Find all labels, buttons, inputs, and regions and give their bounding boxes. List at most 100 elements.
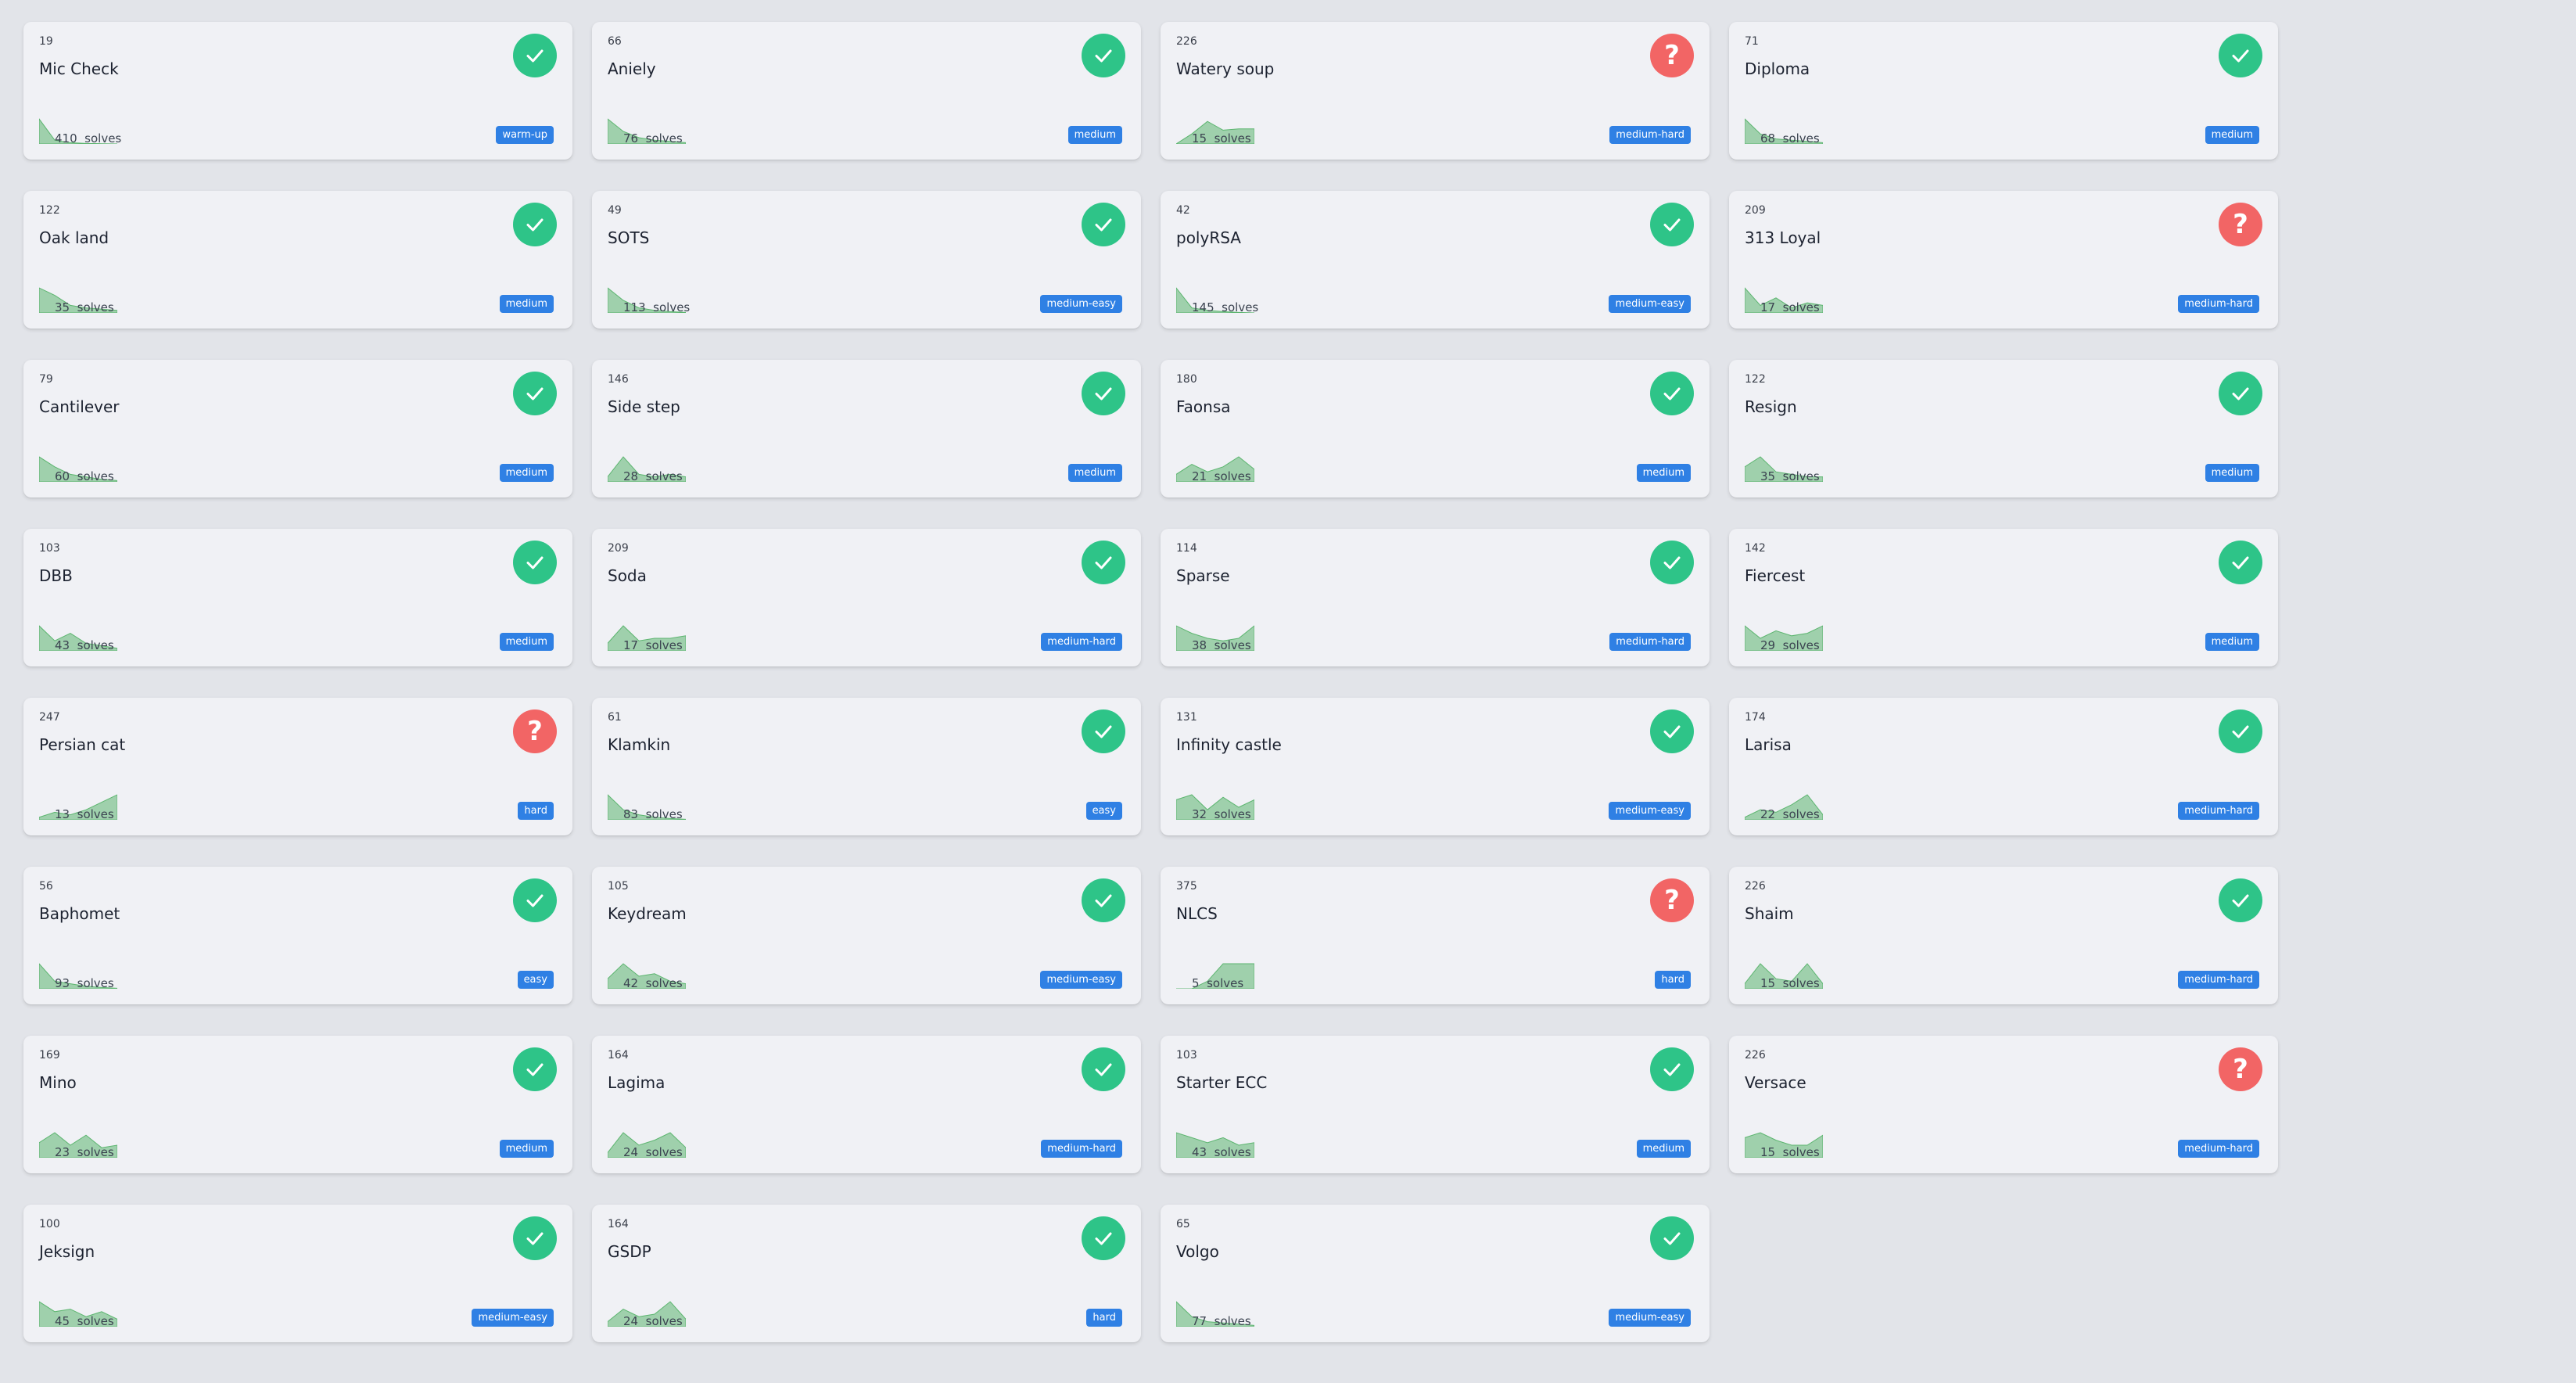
- challenge-card[interactable]: 103 DBB 43 solves medium: [23, 529, 572, 666]
- challenge-card[interactable]: 100 Jeksign 45 solves medium-easy: [23, 1205, 572, 1342]
- challenge-points: 56: [39, 880, 53, 893]
- challenge-name: Lagima: [608, 1073, 666, 1092]
- challenge-card[interactable]: 209 Soda 17 solves medium-hard: [592, 529, 1141, 666]
- check-icon: [1663, 218, 1681, 232]
- check-icon: [1663, 1063, 1681, 1076]
- solve-count: 35 solves: [1760, 469, 1820, 483]
- solve-count: 28 solves: [623, 469, 683, 483]
- challenge-card[interactable]: 79 Cantilever 60 solves medium: [23, 360, 572, 498]
- challenge-points: 226: [1176, 35, 1197, 48]
- difficulty-badge: medium: [499, 295, 554, 313]
- challenge-card[interactable]: 114 Sparse 38 solves medium-hard: [1161, 529, 1710, 666]
- challenge-card[interactable]: 146 Side step 28 solves medium: [592, 360, 1141, 498]
- solve-status: [1650, 541, 1694, 584]
- question-icon: ?: [2233, 1054, 2248, 1085]
- question-icon: ?: [1664, 885, 1680, 916]
- solve-count: 45 solves: [55, 1314, 114, 1328]
- check-icon: [2232, 725, 2249, 738]
- check-icon: [1095, 1232, 1112, 1245]
- check-icon: [2232, 49, 2249, 63]
- difficulty-badge: medium-easy: [472, 1309, 554, 1327]
- solve-count: 145 solves: [1192, 300, 1259, 314]
- difficulty-badge: medium-easy: [1040, 971, 1122, 989]
- question-icon: ?: [1664, 40, 1680, 71]
- check-icon: [1095, 49, 1112, 63]
- challenge-card[interactable]: 226 Shaim 15 solves medium-hard: [1729, 867, 2278, 1004]
- solve-status: [2219, 878, 2262, 922]
- challenge-card[interactable]: 65 Volgo 77 solves medium-easy: [1161, 1205, 1710, 1342]
- check-icon: [1095, 725, 1112, 738]
- difficulty-badge: medium: [2205, 633, 2259, 651]
- difficulty-badge: medium: [499, 633, 554, 651]
- challenge-card[interactable]: 226 Versace ? 15 solves medium-hard: [1729, 1036, 2278, 1173]
- check-icon: [526, 218, 544, 232]
- challenge-name: 313 Loyal: [1745, 228, 1821, 247]
- challenge-points: 100: [39, 1218, 60, 1230]
- difficulty-badge: medium-hard: [1041, 633, 1122, 651]
- challenge-card[interactable]: 169 Mino 23 solves medium: [23, 1036, 572, 1173]
- difficulty-badge: medium-easy: [1040, 295, 1122, 313]
- challenge-card[interactable]: 42 polyRSA 145 solves medium-easy: [1161, 191, 1710, 329]
- challenge-card[interactable]: 131 Infinity castle 32 solves medium-eas…: [1161, 698, 1710, 835]
- challenge-card[interactable]: 209 313 Loyal ? 17 solves medium-hard: [1729, 191, 2278, 329]
- challenge-name: Volgo: [1176, 1242, 1219, 1261]
- challenge-card[interactable]: 180 Faonsa 21 solves medium: [1161, 360, 1710, 498]
- challenge-card[interactable]: 226 Watery soup ? 15 solves medium-hard: [1161, 22, 1710, 160]
- check-icon: [526, 556, 544, 569]
- challenge-card[interactable]: 375 NLCS ? 5 solves hard: [1161, 867, 1710, 1004]
- solve-count: 29 solves: [1760, 638, 1820, 652]
- challenge-card[interactable]: 164 Lagima 24 solves medium-hard: [592, 1036, 1141, 1173]
- challenge-name: Larisa: [1745, 735, 1792, 754]
- solve-status: [1082, 34, 1125, 77]
- challenge-card[interactable]: 142 Fiercest 29 solves medium: [1729, 529, 2278, 666]
- check-icon: [526, 1063, 544, 1076]
- solve-count: 23 solves: [55, 1145, 114, 1159]
- challenge-card[interactable]: 122 Oak land 35 solves medium: [23, 191, 572, 329]
- challenge-points: 226: [1745, 880, 1766, 893]
- challenge-points: 79: [39, 373, 53, 386]
- difficulty-badge: medium-hard: [2178, 971, 2259, 989]
- solve-count: 32 solves: [1192, 807, 1251, 821]
- solve-count: 17 solves: [623, 638, 683, 652]
- solve-status: [1650, 203, 1694, 246]
- solve-count: 93 solves: [55, 976, 114, 990]
- challenge-name: Versace: [1745, 1073, 1806, 1092]
- solve-status: [1650, 1047, 1694, 1091]
- challenge-card[interactable]: 247 Persian cat ? 13 solves hard: [23, 698, 572, 835]
- challenge-card[interactable]: 49 SOTS 113 solves medium-easy: [592, 191, 1141, 329]
- challenge-card[interactable]: 164 GSDP 24 solves hard: [592, 1205, 1141, 1342]
- difficulty-badge: medium: [1067, 126, 1122, 144]
- challenge-points: 226: [1745, 1049, 1766, 1061]
- challenge-points: 49: [608, 204, 622, 217]
- challenge-name: Baphomet: [39, 904, 120, 923]
- challenge-name: DBB: [39, 566, 73, 585]
- challenge-grid: 19 Mic Check 410 solves warm-up 66 Aniel…: [23, 22, 2278, 1342]
- challenge-card[interactable]: 61 Klamkin 83 solves easy: [592, 698, 1141, 835]
- challenge-card[interactable]: 103 Starter ECC 43 solves medium: [1161, 1036, 1710, 1173]
- difficulty-badge: medium: [2205, 126, 2259, 144]
- challenge-points: 209: [608, 542, 629, 555]
- challenge-name: polyRSA: [1176, 228, 1241, 247]
- challenge-card[interactable]: 174 Larisa 22 solves medium-hard: [1729, 698, 2278, 835]
- challenge-card[interactable]: 66 Aniely 76 solves medium: [592, 22, 1141, 160]
- challenge-points: 164: [608, 1218, 629, 1230]
- challenge-card[interactable]: 56 Baphomet 93 solves easy: [23, 867, 572, 1004]
- solve-count: 13 solves: [55, 807, 114, 821]
- challenge-card[interactable]: 105 Keydream 42 solves medium-easy: [592, 867, 1141, 1004]
- challenge-card[interactable]: 19 Mic Check 410 solves warm-up: [23, 22, 572, 160]
- challenge-points: 61: [608, 711, 622, 724]
- difficulty-badge: medium: [1636, 464, 1691, 482]
- challenge-name: Mic Check: [39, 59, 119, 78]
- challenge-name: Starter ECC: [1176, 1073, 1268, 1092]
- challenge-card[interactable]: 122 Resign 35 solves medium: [1729, 360, 2278, 498]
- challenge-points: 146: [608, 373, 629, 386]
- difficulty-badge: hard: [518, 802, 554, 820]
- check-icon: [1095, 894, 1112, 907]
- challenge-card[interactable]: 71 Diploma 68 solves medium: [1729, 22, 2278, 160]
- solve-count: 113 solves: [623, 300, 691, 314]
- solve-status: [513, 34, 557, 77]
- difficulty-badge: warm-up: [496, 126, 554, 144]
- difficulty-badge: easy: [517, 971, 554, 989]
- check-icon: [1663, 387, 1681, 401]
- difficulty-badge: medium: [1636, 1140, 1691, 1158]
